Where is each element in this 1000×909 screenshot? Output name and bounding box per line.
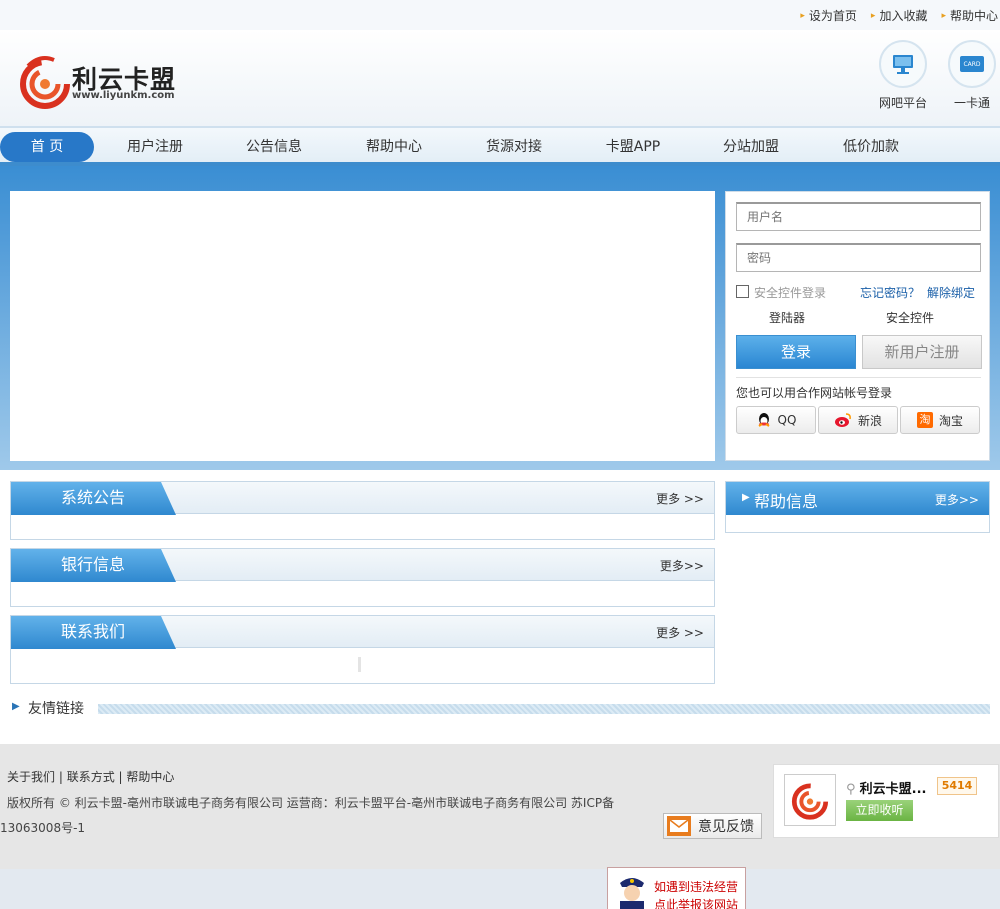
partner-login-text: 您也可以用合作网站帐号登录 [736,386,893,400]
site-logo[interactable]: 利云卡盟 www.liyunkm.com [20,54,195,110]
widget-logo [784,774,836,826]
weibo-icon [834,413,851,427]
help-info-more-link[interactable]: 更多>> [935,491,979,508]
follower-count: 5414 [937,777,977,795]
one-card-link[interactable]: CARD 一卡通 [942,40,1000,111]
nav-home[interactable]: 首 页 [0,132,94,162]
panel-header: 银行信息 更多>> [11,549,714,582]
weibo-follow-widget: ⚲ 利云卡盟... 5414 立即收听 [773,764,999,838]
loading-marker [358,657,361,672]
nav-supply[interactable]: 货源对接 [469,132,559,162]
arrow-icon: ▶ [742,492,750,503]
secure-login-checkbox[interactable] [736,285,749,298]
unbind-link[interactable]: 解除绑定 [927,284,975,301]
friend-links: ▶ 友情链接 [10,697,990,719]
bottom-strip [0,869,1000,909]
taobao-label: 淘宝 [938,413,963,428]
logo-swirl-icon [20,56,70,109]
contact-title: 联系我们 [11,616,176,649]
listen-now-button[interactable]: 立即收听 [846,800,913,821]
password-input[interactable] [736,243,981,272]
footer-help-link[interactable]: 帮助中心 [126,770,174,784]
help-center-link[interactable]: ▸ 帮助中心 [941,7,998,24]
contact-more-link[interactable]: 更多 >> [656,624,704,641]
card-icon-text: CARD [963,61,980,68]
envelope-icon [667,816,691,836]
bank-info-panel: 银行信息 更多>> [10,548,715,607]
login-panel: 安全控件登录 忘记密码？ 解除绑定 登陆器 安全控件 登录 新用户注册 您也可以… [725,191,990,461]
qq-icon [757,413,770,427]
contact-panel: 联系我们 更多 >> [10,615,715,684]
help-center-label[interactable]: 帮助中心 [950,7,998,24]
footer-links: 关于我们 | 联系方式 | 帮助中心 [7,768,174,785]
secure-control-link[interactable]: 安全控件 [886,309,934,326]
announcements-title: 系统公告 [11,482,176,515]
site-footer: 关于我们 | 联系方式 | 帮助中心 版权所有 © 利云卡盟-亳州市联诚电子商务… [0,744,1000,869]
username-input[interactable] [736,202,981,231]
arrow-icon: ▶ [12,701,20,712]
add-favorite-link[interactable]: ▸ 加入收藏 [871,7,928,24]
arrow-icon: ▸ [800,10,805,21]
secure-login-label: 安全控件登录 [754,286,827,300]
police-report-text: 如遇到违法经营点此举报该网站 [654,880,739,909]
nav-announcements[interactable]: 公告信息 [229,132,319,162]
login-button[interactable]: 登录 [736,335,856,369]
netbar-platform-label: 网吧平台 [878,96,927,110]
widget-name-text: 利云卡盟... [859,782,927,797]
friend-links-title: 友情链接 [28,701,84,717]
nav-branch[interactable]: 分站加盟 [706,132,796,162]
login-tool-link[interactable]: 登陆器 [769,309,805,326]
police-report-badge[interactable]: 如遇到违法经营点此举报该网站 [607,867,746,909]
card-icon: CARD [948,40,996,88]
panel-header: 系统公告 更多 >> [11,482,714,515]
set-homepage-label[interactable]: 设为首页 [809,7,857,24]
nav-recharge[interactable]: 低价加款 [826,132,916,162]
arrow-icon: ▸ [941,10,946,21]
icp-number[interactable]: 13063008号-1 [0,819,85,836]
add-favorite-label[interactable]: 加入收藏 [879,7,927,24]
nav-register[interactable]: 用户注册 [110,132,200,162]
police-icon [620,878,644,909]
help-info-panel: ▶ 帮助信息 更多>> [725,481,990,533]
separator: | [58,770,67,784]
friend-links-bar [98,704,990,714]
logo-swirl-icon [791,783,829,820]
announcements-more-link[interactable]: 更多 >> [656,490,704,507]
netbar-platform-link[interactable]: 网吧平台 [873,40,933,111]
banner-slideshow[interactable] [10,191,715,461]
logo-url: www.liyunkm.com [72,90,175,101]
announcements-panel: 系统公告 更多 >> [10,481,715,540]
widget-name[interactable]: ⚲ 利云卡盟... [846,778,926,797]
help-info-header: ▶ 帮助信息 更多>> [726,482,989,515]
set-homepage-link[interactable]: ▸ 设为首页 [800,7,857,24]
nav-app[interactable]: 卡盟APP [588,132,678,162]
main-nav: 首 页 用户注册 公告信息 帮助中心 货源对接 卡盟APP 分站加盟 低价加款 [0,126,1000,166]
qq-login-button[interactable]: QQ [736,406,816,434]
monitor-icon [879,40,927,88]
help-info-title: 帮助信息 [754,492,819,511]
arrow-icon: ▸ [870,10,876,21]
panel-header: 联系我们 更多 >> [11,616,714,649]
divider [736,377,981,378]
contact-link[interactable]: 联系方式 [67,770,115,784]
forgot-password-link[interactable]: 忘记密码？ [860,284,920,301]
feedback-label: 意见反馈 [698,819,754,835]
weibo-login-button[interactable]: 新浪 [818,406,898,434]
nav-help[interactable]: 帮助中心 [349,132,439,162]
feedback-button[interactable]: 意见反馈 [663,813,762,839]
search-icon: ⚲ [846,782,860,797]
bank-info-more-link[interactable]: 更多>> [660,557,704,574]
about-us-link[interactable]: 关于我们 [7,770,55,784]
qq-label: QQ [777,413,797,427]
one-card-label: 一卡通 [953,96,990,110]
taobao-icon: 淘 [916,412,933,428]
weibo-label: 新浪 [857,413,882,428]
top-links-bar: ▸ 设为首页 ▸ 加入收藏 ▸ 帮助中心 [0,0,1000,30]
copyright-text: 版权所有 © 利云卡盟-亳州市联诚电子商务有限公司 运营商：利云卡盟平台-亳州市… [7,796,615,810]
site-header: 利云卡盟 www.liyunkm.com 网吧平台 CARD 一卡通 [0,30,1000,126]
taobao-login-button[interactable]: 淘 淘宝 [900,406,980,434]
bank-info-title: 银行信息 [11,549,176,582]
register-button[interactable]: 新用户注册 [862,335,982,369]
